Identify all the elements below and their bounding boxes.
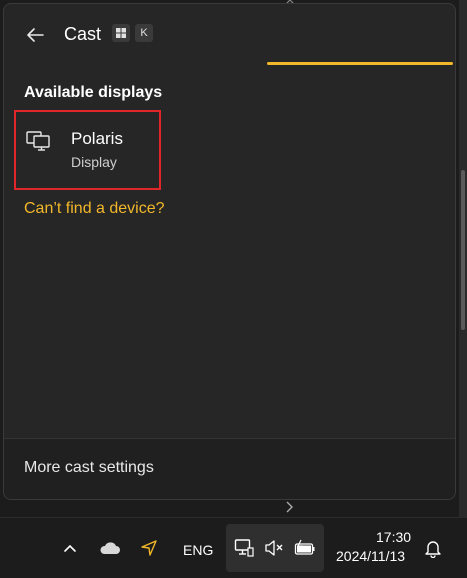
language-indicator[interactable]: ENG <box>183 542 213 558</box>
flyout-title: Cast <box>64 24 102 44</box>
battery-icon <box>294 539 315 555</box>
location-button[interactable] <box>138 537 160 559</box>
location-icon <box>141 540 157 556</box>
cant-find-device-link[interactable]: Can’t find a device? <box>24 200 165 218</box>
volume-button[interactable] <box>263 537 285 559</box>
network-icon <box>234 539 254 557</box>
chevron-up-icon <box>64 544 76 552</box>
device-name: Polaris <box>71 129 123 148</box>
available-displays-heading: Available displays <box>24 84 163 101</box>
cast-flyout: Cast K Available displays Polaris Displa… <box>3 3 456 500</box>
flyout-footer: More cast settings <box>4 438 455 499</box>
clock-time[interactable]: 17:30 <box>376 529 411 545</box>
shortcut-key-k: K <box>135 24 153 42</box>
device-item-polaris[interactable]: Polaris Display <box>14 110 161 190</box>
shortcut-key-windows <box>112 24 130 42</box>
windows-logo-icon <box>116 28 126 38</box>
show-hidden-icons-button[interactable] <box>60 538 80 558</box>
arrow-left-icon <box>27 28 44 42</box>
device-type: Display <box>71 154 117 170</box>
battery-button[interactable] <box>293 537 317 559</box>
chevron-right-icon <box>286 501 293 513</box>
background-scrollbar[interactable] <box>459 0 467 517</box>
notifications-button[interactable] <box>423 537 443 559</box>
cloud-icon <box>100 542 120 554</box>
volume-muted-icon <box>265 540 283 556</box>
back-button[interactable] <box>20 20 50 50</box>
bell-icon <box>425 541 441 558</box>
more-cast-settings-link[interactable]: More cast settings <box>24 459 154 477</box>
taskbar: ENG 17:30 2024/11/13 <box>0 517 467 578</box>
scan-progress-indicator <box>267 62 453 65</box>
cast-display-icon <box>26 131 50 151</box>
clock-date[interactable]: 2024/11/13 <box>336 548 405 564</box>
onedrive-button[interactable] <box>98 538 122 558</box>
flyout-header: Cast K <box>4 4 455 62</box>
network-button[interactable] <box>233 537 255 559</box>
quick-settings-button[interactable] <box>226 524 324 572</box>
background-scrollbar-thumb[interactable] <box>461 170 465 330</box>
